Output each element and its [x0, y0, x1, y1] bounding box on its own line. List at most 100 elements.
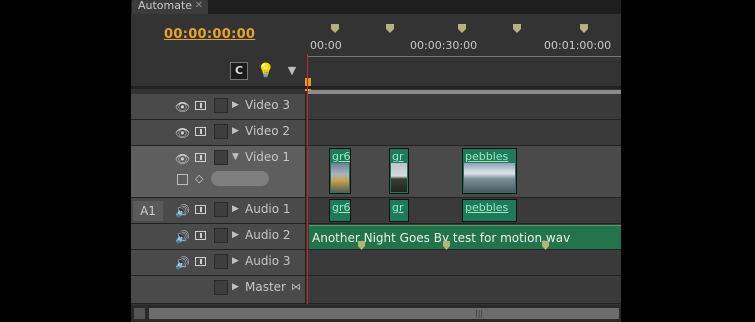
track-header[interactable]: 👁 ▼ Video 1 ◇: [131, 146, 306, 197]
track-name: Master: [245, 280, 286, 294]
set-marker-icon[interactable]: ▼: [283, 62, 301, 80]
master-icon[interactable]: ⋈: [291, 282, 301, 293]
lock-toggle[interactable]: [214, 150, 228, 165]
video-clip[interactable]: gr6: [329, 148, 351, 194]
track-header[interactable]: 👁 ▶ Video 2: [131, 120, 306, 145]
lock-toggle[interactable]: [214, 228, 228, 243]
marker-icon[interactable]: [331, 24, 339, 33]
track-lane[interactable]: [307, 250, 621, 275]
track-name: Audio 3: [245, 254, 291, 268]
speaker-icon[interactable]: 🔊: [175, 256, 190, 270]
video-clip[interactable]: pebbles: [462, 148, 517, 194]
clip-thumbnail: [391, 163, 407, 192]
speaker-icon[interactable]: 🔊: [175, 204, 190, 218]
track-name: Video 1: [245, 150, 291, 164]
track-master: ▶ Master ⋈: [131, 276, 621, 304]
keyframe-icon[interactable]: [443, 241, 450, 250]
eye-icon[interactable]: 👁: [175, 152, 190, 166]
eye-icon[interactable]: 👁: [175, 126, 190, 140]
timeline-panel: Automate ✕ 00:00:00:00 C 💡 ▼ 00:00 00:00…: [131, 0, 621, 322]
audio-clip-wav[interactable]: Another Night Goes By test for motion.wa…: [309, 225, 621, 250]
ruler-label: 00:00: [310, 39, 342, 52]
track-name: Video 3: [245, 98, 291, 112]
track-header[interactable]: 👁 ▶ Video 3: [131, 94, 306, 119]
collapse-triangle-icon[interactable]: ▼: [232, 152, 239, 162]
expand-triangle-icon[interactable]: ▶: [232, 230, 239, 240]
film-icon[interactable]: [195, 101, 206, 110]
lock-toggle[interactable]: [214, 98, 228, 113]
eye-icon[interactable]: 👁: [175, 100, 190, 114]
tab-automate[interactable]: Automate ✕: [132, 0, 208, 14]
expand-triangle-icon[interactable]: ▶: [232, 126, 239, 136]
header-separator: [131, 86, 621, 89]
marker-icon[interactable]: [513, 24, 521, 33]
scroll-left-button[interactable]: [134, 308, 145, 319]
marker-icon[interactable]: [580, 24, 588, 33]
lock-toggle[interactable]: [214, 202, 228, 217]
film-icon[interactable]: [195, 257, 206, 266]
lock-toggle[interactable]: [214, 280, 228, 295]
keyframe-icon[interactable]: [358, 241, 365, 250]
grip-icon: |||: [475, 309, 484, 318]
track-video-3: 👁 ▶ Video 3: [131, 94, 621, 120]
expand-triangle-icon[interactable]: ▶: [232, 100, 239, 110]
video-clip[interactable]: gr: [389, 148, 409, 194]
expand-triangle-icon[interactable]: ▶: [232, 282, 239, 292]
marker-icon[interactable]: [386, 24, 394, 33]
track-header[interactable]: ▶ Master ⋈: [131, 276, 306, 303]
tab-label: Automate: [138, 0, 193, 12]
film-icon[interactable]: [195, 127, 206, 136]
track-lane[interactable]: [307, 94, 621, 119]
keyframe-nav-control[interactable]: [211, 171, 269, 186]
ruler-label: 00:00:30:00: [410, 39, 478, 52]
expand-triangle-icon[interactable]: ▶: [232, 256, 239, 266]
source-patch-a1[interactable]: A1: [133, 201, 163, 221]
track-lane[interactable]: gr6 gr pebbles: [307, 146, 621, 197]
lightbulb-icon[interactable]: 💡: [257, 62, 275, 80]
tab-bar: Automate ✕: [131, 0, 621, 14]
marker-icon[interactable]: [458, 24, 466, 33]
clip-label: Another Night Goes By test for motion.wa…: [312, 231, 571, 245]
track-lane[interactable]: [307, 276, 621, 303]
audio-clip[interactable]: pebbles: [462, 199, 517, 222]
track-lane[interactable]: [307, 120, 621, 145]
clip-label: gr: [392, 150, 404, 163]
track-lane[interactable]: gr6 gr pebbles: [307, 198, 621, 223]
keyframe-icon[interactable]: ◇: [195, 172, 203, 185]
keyframe-icon[interactable]: [542, 241, 549, 250]
film-icon[interactable]: [195, 205, 206, 214]
current-timecode[interactable]: 00:00:00:00: [164, 27, 255, 42]
display-style-icon[interactable]: [177, 174, 188, 185]
playhead-line[interactable]: [307, 54, 308, 304]
track-lane[interactable]: Another Night Goes By test for motion.wa…: [307, 224, 621, 250]
film-icon[interactable]: [195, 153, 206, 162]
lock-toggle[interactable]: [214, 254, 228, 269]
track-audio-2: 🔊 ▶ Audio 2 Another Night Goes By test f…: [131, 224, 621, 250]
audio-clip[interactable]: gr: [389, 199, 409, 222]
ruler-label: 00:01:00:00: [544, 39, 612, 52]
clip-label: gr6: [332, 150, 351, 163]
audio-clip[interactable]: gr6: [329, 199, 351, 222]
track-audio-1: A1 🔊 ▶ Audio 1 gr6 gr pebbles: [131, 198, 621, 224]
track-name: Audio 1: [245, 202, 291, 216]
clip-thumbnail: [331, 163, 349, 192]
clip-label: pebbles: [465, 201, 509, 214]
close-icon[interactable]: ✕: [195, 0, 203, 11]
track-header[interactable]: 🔊 ▶ Audio 3: [131, 250, 306, 275]
track-header[interactable]: 🔊 ▶ Audio 2: [131, 224, 306, 249]
lock-toggle[interactable]: [214, 124, 228, 139]
track-header[interactable]: A1 🔊 ▶ Audio 1: [131, 198, 306, 223]
film-icon[interactable]: [195, 231, 206, 240]
clip-thumbnail: [464, 163, 515, 192]
expand-triangle-icon[interactable]: ▶: [232, 204, 239, 214]
snap-icon[interactable]: C: [230, 62, 248, 80]
horizontal-scrollbar[interactable]: |||: [131, 305, 621, 322]
track-video-2: 👁 ▶ Video 2: [131, 120, 621, 146]
clip-label: pebbles: [465, 150, 509, 163]
speaker-icon[interactable]: 🔊: [175, 230, 190, 244]
track-audio-3: 🔊 ▶ Audio 3: [131, 250, 621, 276]
time-ruler[interactable]: 00:00 00:00:30:00 00:01:00:00 |||: [305, 22, 621, 104]
scrollbar-thumb[interactable]: |||: [149, 308, 619, 319]
track-name: Video 2: [245, 124, 291, 138]
playhead-handle[interactable]: [305, 78, 311, 91]
